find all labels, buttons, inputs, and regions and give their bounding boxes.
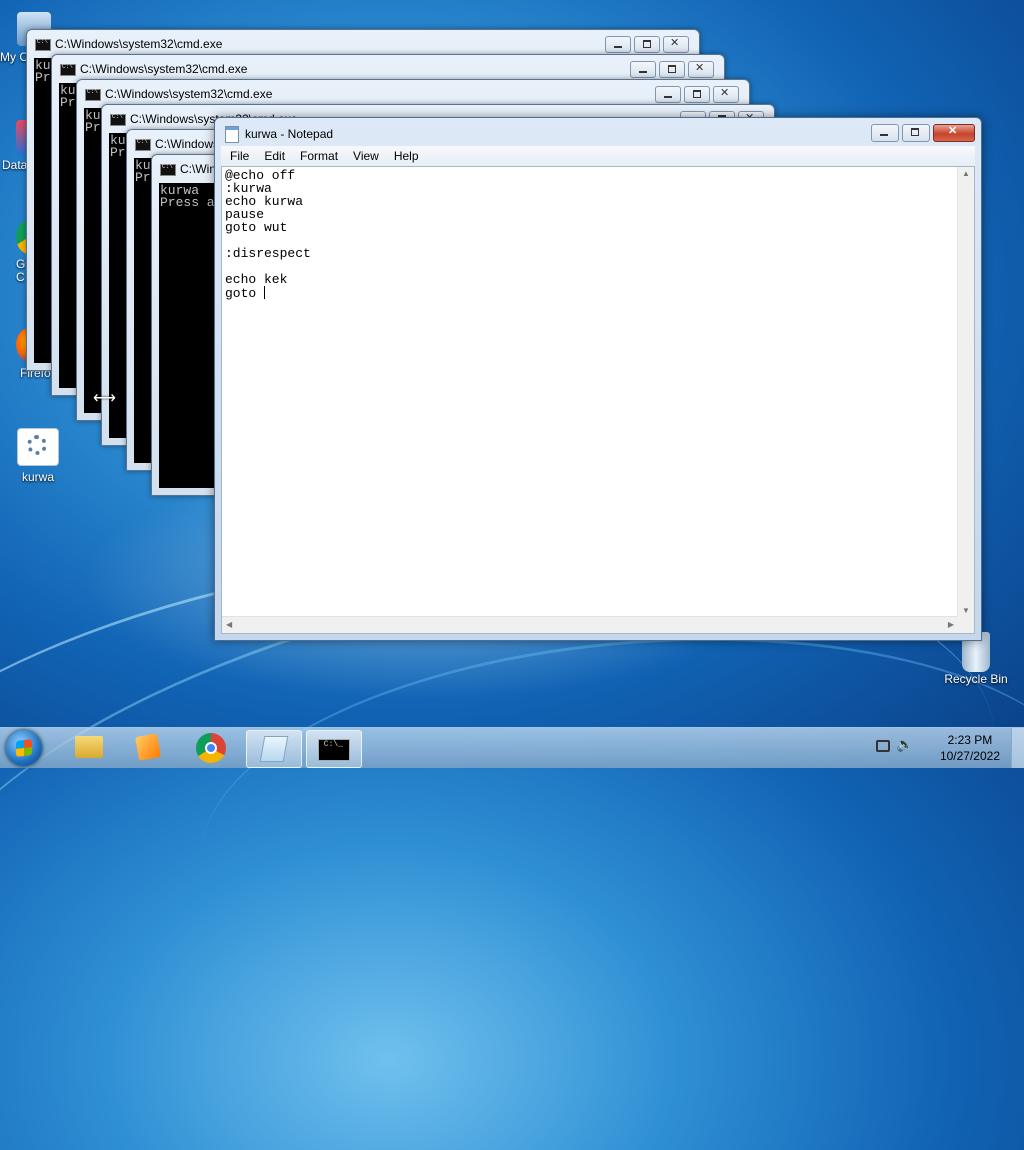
taskbar-media-player[interactable]: [122, 730, 176, 766]
scroll-right-arrow-icon[interactable]: ▶: [948, 620, 954, 629]
title-bar[interactable]: C:\Windows\system32\cmd.exe: [58, 59, 718, 79]
title-bar[interactable]: C:\Windows\system32\cmd.exe: [33, 34, 693, 54]
scroll-left-arrow-icon[interactable]: ◀: [226, 620, 232, 629]
close-button[interactable]: [713, 86, 739, 103]
notepad-window[interactable]: kurwa - Notepad FileEditFormatViewHelp @…: [214, 117, 982, 641]
window-title: C:\Windows\system32\cmd.exe: [55, 37, 223, 51]
desktop-icon-kurwa[interactable]: kurwa: [2, 428, 74, 484]
scroll-down-arrow-icon[interactable]: ▼: [962, 606, 970, 615]
title-bar[interactable]: C:\Windows\system32\cmd.exe: [83, 84, 743, 104]
text-editor[interactable]: @echo off :kurwa echo kurwa pause goto w…: [221, 166, 975, 634]
window-title: kurwa - Notepad: [245, 127, 334, 141]
cmd-icon: [35, 38, 51, 51]
window-title: C:\Win: [180, 162, 216, 176]
desktop-icon-label: kurwa: [21, 470, 54, 484]
desktop-icon-label: Recycle Bin: [944, 672, 1008, 686]
chrome-icon: [196, 733, 226, 763]
menu-file[interactable]: File: [224, 146, 255, 166]
maximize-button[interactable]: [634, 36, 660, 53]
scroll-up-arrow-icon[interactable]: ▲: [962, 169, 970, 178]
minimize-button[interactable]: [605, 36, 631, 53]
maximize-button[interactable]: [684, 86, 710, 103]
horizontal-scrollbar[interactable]: ◀ ▶: [222, 616, 958, 633]
clock[interactable]: 2:23 PM 10/27/2022: [940, 732, 1000, 764]
cmd-icon: [85, 88, 101, 101]
show-desktop-button[interactable]: [1011, 728, 1024, 768]
menu-view[interactable]: View: [347, 146, 385, 166]
batch-file-icon: [17, 428, 59, 466]
menu-bar: File Edit Format View Help: [221, 146, 975, 166]
window-title: C:\Windows\system32\cmd.exe: [105, 87, 273, 101]
notepad-icon: [259, 736, 289, 762]
window-title: C:\Windows: [155, 137, 220, 151]
menu-help[interactable]: Help: [388, 146, 425, 166]
maximize-button[interactable]: [902, 124, 930, 142]
close-button[interactable]: [663, 36, 689, 53]
start-button[interactable]: [6, 730, 42, 766]
text-caret: [264, 286, 266, 299]
desktop-icon-label: G C: [16, 257, 26, 284]
cmd-icon: [160, 163, 176, 176]
explorer-icon: [75, 736, 103, 758]
media-player-icon: [135, 733, 161, 761]
menu-edit[interactable]: Edit: [258, 146, 291, 166]
clock-date: 10/27/2022: [939, 749, 1000, 763]
taskbar-chrome[interactable]: [184, 730, 238, 766]
close-button[interactable]: [688, 61, 714, 78]
window-title: C:\Windows\system32\cmd.exe: [80, 62, 248, 76]
cmd-icon: [60, 63, 76, 76]
minimize-button[interactable]: [871, 124, 899, 142]
minimize-button[interactable]: [655, 86, 681, 103]
scrollbar-corner: [958, 617, 974, 633]
cmd-icon: [110, 113, 126, 126]
editor-content[interactable]: @echo off :kurwa echo kurwa pause goto w…: [225, 168, 311, 301]
vertical-scrollbar[interactable]: ▲ ▼: [957, 167, 974, 617]
maximize-button[interactable]: [659, 61, 685, 78]
cmd-icon: [135, 138, 151, 151]
clock-time: 2:23 PM: [947, 733, 993, 747]
taskbar: C:\_ 🔈 2:23 PM 10/27/2022: [0, 727, 1024, 768]
taskbar-explorer[interactable]: [62, 730, 116, 766]
taskbar-cmd[interactable]: C:\_: [306, 730, 362, 768]
menu-format[interactable]: Format: [294, 146, 344, 166]
network-icon[interactable]: [876, 740, 890, 752]
gear-icon: [27, 435, 47, 455]
close-button[interactable]: [933, 124, 975, 142]
cmd-icon: C:\_: [318, 739, 350, 761]
notepad-icon: [225, 126, 239, 143]
taskbar-notepad[interactable]: [246, 730, 302, 768]
volume-icon[interactable]: 🔈: [896, 736, 913, 753]
resize-cursor-icon: ⟷: [93, 390, 116, 407]
minimize-button[interactable]: [630, 61, 656, 78]
